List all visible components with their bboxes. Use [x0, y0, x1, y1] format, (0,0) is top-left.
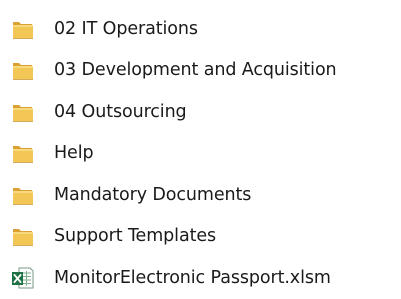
folder-label: 02 IT Operations	[54, 18, 198, 39]
file-item-monitor-electronic-passport[interactable]: MonitorElectronic Passport.xlsm	[0, 257, 401, 299]
file-list: 02 IT Operations 03 Development and Acqu…	[0, 8, 401, 299]
folder-item-help[interactable]: Help	[0, 133, 401, 175]
folder-icon	[10, 223, 36, 249]
folder-icon	[10, 16, 36, 42]
folder-label: Support Templates	[54, 226, 217, 247]
folder-item-03-development-and-acquisition[interactable]: 03 Development and Acquisition	[0, 50, 401, 92]
folder-item-mandatory-documents[interactable]: Mandatory Documents	[0, 174, 401, 216]
folder-label: 04 Outsourcing	[54, 101, 187, 122]
folder-label: 03 Development and Acquisition	[54, 60, 337, 81]
folder-icon	[10, 57, 36, 83]
excel-file-icon	[10, 265, 36, 291]
folder-icon	[10, 140, 36, 166]
file-label: MonitorElectronic Passport.xlsm	[54, 267, 331, 288]
folder-icon	[10, 182, 36, 208]
folder-item-support-templates[interactable]: Support Templates	[0, 216, 401, 258]
folder-item-04-outsourcing[interactable]: 04 Outsourcing	[0, 91, 401, 133]
folder-item-02-it-operations[interactable]: 02 IT Operations	[0, 8, 401, 50]
folder-label: Mandatory Documents	[54, 184, 252, 205]
folder-label: Help	[54, 143, 94, 164]
folder-icon	[10, 99, 36, 125]
